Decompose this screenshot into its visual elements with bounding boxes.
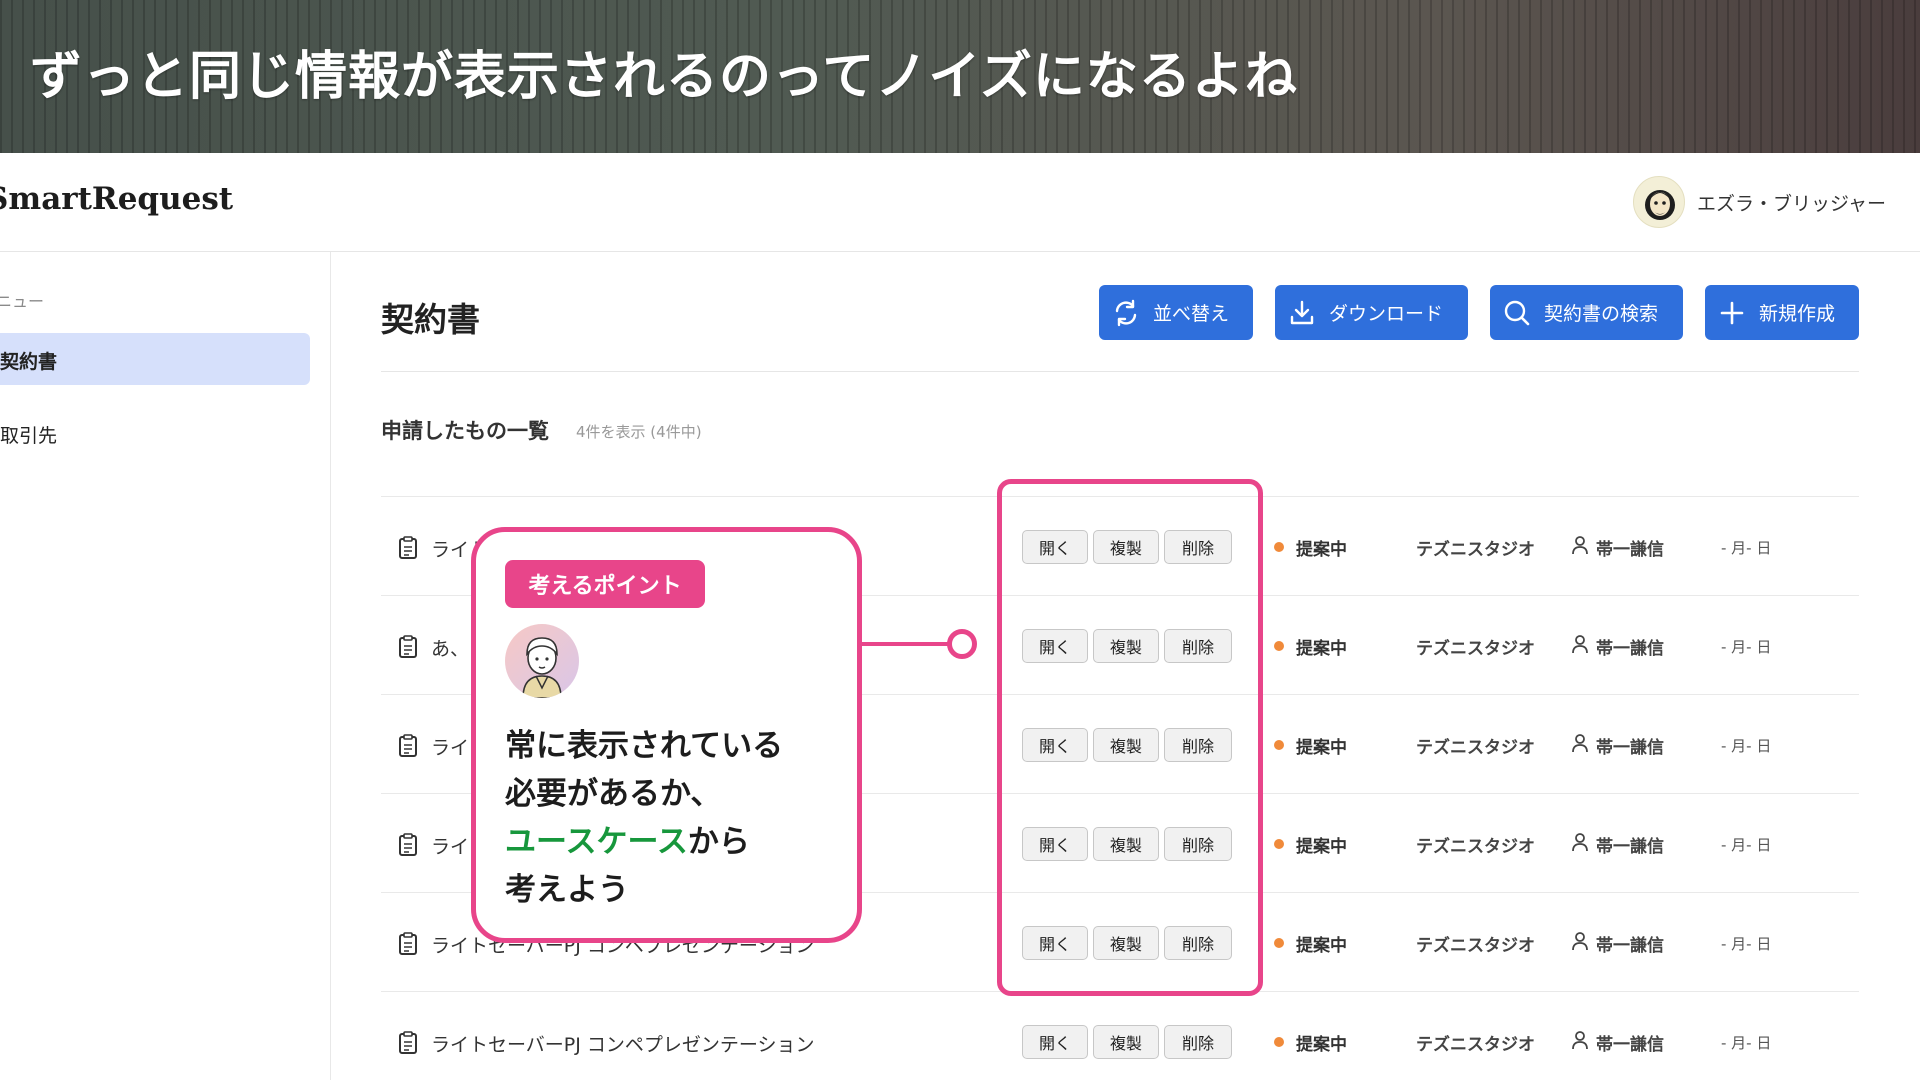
callout-highlight: ユースケース [505, 824, 688, 860]
person-icon [1572, 734, 1588, 753]
clipboard-icon [399, 932, 417, 955]
person-icon [1572, 1031, 1588, 1050]
row-title[interactable]: あ、 [431, 634, 469, 661]
status-badge: 提案中 [1296, 1035, 1347, 1055]
divider [381, 371, 1859, 372]
duplicate-button[interactable]: 複製 [1093, 1025, 1159, 1059]
clipboard-icon [399, 1031, 417, 1054]
row-title[interactable]: ライ [431, 832, 469, 859]
company-name: テズニスタジオ [1416, 639, 1535, 659]
clipboard-icon [399, 833, 417, 856]
avatar[interactable] [1633, 176, 1685, 228]
assignee-name: 帯一謙信 [1596, 1035, 1664, 1055]
status-dot-icon [1274, 839, 1284, 849]
slide-banner: ずっと同じ情報が表示されるのってノイズになるよね [0, 0, 1920, 153]
download-button-label: ダウンロード [1329, 303, 1444, 325]
callout-line-rest: から [687, 824, 750, 860]
status-badge: 提案中 [1296, 837, 1347, 857]
row-date: - 月- 日 [1721, 836, 1772, 854]
action-column-highlight [997, 479, 1263, 996]
page-title: 契約書 [381, 300, 480, 339]
sort-button[interactable]: 並べ替え [1099, 285, 1253, 340]
row-title[interactable]: ライトセーバーPJ コンペプレゼンテーション [431, 1030, 815, 1057]
sort-refresh-icon [1115, 299, 1137, 326]
callout-tag: 考えるポイント [505, 560, 705, 608]
row-date: - 月- 日 [1721, 638, 1772, 656]
callout-line: 考えよう [505, 872, 629, 908]
sidebar-item-label: 契約書 [0, 351, 58, 373]
search-icon [1504, 300, 1530, 325]
table-row[interactable]: ライトセーバーPJ コンペプレゼンテーション 開く 複製 削除 提案中 テズニス… [381, 991, 1859, 1080]
new-contract-button[interactable]: 新規作成 [1705, 285, 1859, 340]
assignee-name: 帯一謙信 [1596, 639, 1664, 659]
company-name: テズニスタジオ [1416, 540, 1535, 560]
new-button-label: 新規作成 [1759, 303, 1836, 325]
search-contracts-button[interactable]: 契約書の検索 [1490, 285, 1683, 340]
callout-connector-dot [947, 629, 977, 659]
search-button-label: 契約書の検索 [1544, 303, 1659, 325]
row-date: - 月- 日 [1721, 539, 1772, 557]
status-badge: 提案中 [1296, 540, 1347, 560]
user-avatar-icon [1645, 190, 1675, 220]
callout-line: ユースケースから [505, 818, 845, 866]
person-icon [1572, 833, 1588, 852]
clipboard-icon [399, 536, 417, 559]
person-icon [1572, 932, 1588, 951]
download-button[interactable]: ダウンロード [1275, 285, 1468, 340]
company-name: テズニスタジオ [1416, 1035, 1535, 1055]
clipboard-icon [399, 635, 417, 658]
open-button[interactable]: 開く [1022, 1025, 1088, 1059]
callout-box: 考えるポイント 常に表示されている 必要があるか、 ユースケースから 考えよう [471, 527, 862, 943]
thinking-person-icon [505, 624, 579, 698]
download-icon [1290, 300, 1314, 324]
status-dot-icon [1274, 542, 1284, 552]
sort-button-label: 並べ替え [1153, 303, 1230, 325]
company-name: テズニスタジオ [1416, 738, 1535, 758]
callout-connector [860, 642, 960, 646]
callout-line: 常に表示されている [505, 728, 784, 764]
row-date: - 月- 日 [1721, 935, 1772, 953]
assignee-name: 帯一謙信 [1596, 837, 1664, 857]
sidebar-heading: ニュー [0, 292, 45, 311]
status-badge: 提案中 [1296, 936, 1347, 956]
list-count: 4件を表示 (4件中) [576, 423, 702, 441]
app-logo[interactable]: SmartRequest [0, 181, 233, 217]
sidebar-item-label: 取引先 [0, 425, 58, 447]
plus-icon [1720, 301, 1744, 324]
callout-message: 常に表示されている 必要があるか、 ユースケースから 考えよう [505, 722, 845, 914]
app-header: SmartRequest エズラ・ブリッジャー [0, 153, 1920, 252]
callout-line: 必要があるか、 [505, 776, 722, 812]
list-title: 申請したもの一覧 [381, 419, 549, 443]
row-title[interactable]: ライ [431, 733, 469, 760]
delete-button[interactable]: 削除 [1164, 1025, 1232, 1059]
assignee-name: 帯一謙信 [1596, 936, 1664, 956]
assignee-name: 帯一謙信 [1596, 540, 1664, 560]
sidebar-item-contracts[interactable]: 契約書 [0, 333, 310, 385]
status-dot-icon [1274, 641, 1284, 651]
person-icon [1572, 635, 1588, 654]
status-dot-icon [1274, 938, 1284, 948]
row-date: - 月- 日 [1721, 737, 1772, 755]
person-icon [1572, 536, 1588, 555]
banner-title: ずっと同じ情報が表示されるのってノイズになるよね [30, 47, 1298, 107]
sidebar-item-clients[interactable]: 取引先 [0, 407, 310, 459]
clipboard-icon [399, 734, 417, 757]
status-badge: 提案中 [1296, 738, 1347, 758]
company-name: テズニスタジオ [1416, 837, 1535, 857]
status-badge: 提案中 [1296, 639, 1347, 659]
sidebar: ニュー 契約書 取引先 [0, 252, 331, 1080]
status-dot-icon [1274, 1037, 1284, 1047]
user-name[interactable]: エズラ・ブリッジャー [1697, 189, 1886, 216]
assignee-name: 帯一謙信 [1596, 738, 1664, 758]
company-name: テズニスタジオ [1416, 936, 1535, 956]
status-dot-icon [1274, 740, 1284, 750]
row-date: - 月- 日 [1721, 1034, 1772, 1052]
